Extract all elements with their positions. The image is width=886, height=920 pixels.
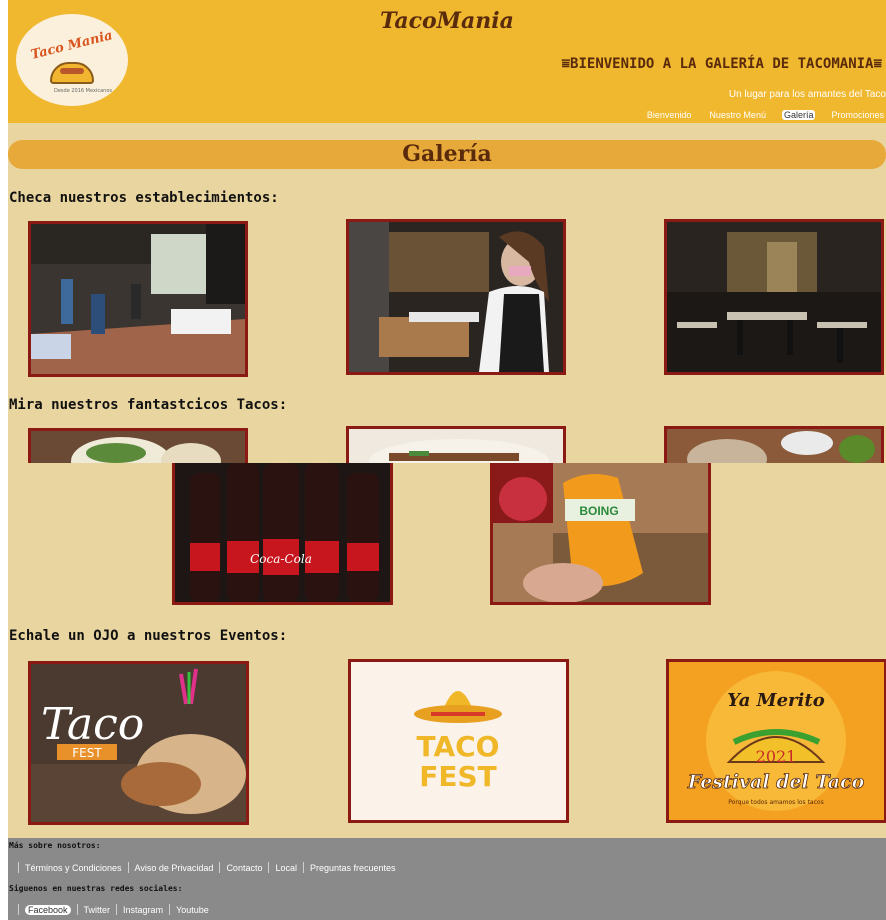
footer-social-links: Facebook Twitter Instagram Youtube [12, 904, 209, 915]
divider [18, 862, 19, 873]
photo-restaurant-interior[interactable] [28, 221, 248, 377]
photo-taco-2[interactable] [346, 426, 566, 463]
taco-fest-big-text: Taco [41, 699, 144, 750]
footer-about-links: Términos y Condiciones Aviso de Privacid… [12, 862, 396, 873]
taco-icon [50, 62, 94, 84]
page-bottom: Coca-Cola BOING Echale un OJO a nuestros… [8, 463, 886, 920]
festival-top-text: Ya Merito [727, 690, 824, 711]
gallery-title: Galería [8, 140, 886, 169]
footer-link-facebook[interactable]: Facebook [25, 904, 71, 915]
divider [302, 862, 304, 873]
festival-name: Festival del Taco [687, 771, 865, 793]
tagline: Un lugar para los amantes del Taco [728, 89, 886, 100]
photo-boing[interactable]: BOING [490, 463, 711, 605]
footer-social-label: Siguenos en nuestras redes sociales: [9, 884, 183, 893]
footer-link-twitter[interactable]: Twitter [84, 905, 111, 915]
restaurant-interior-image [31, 224, 245, 374]
nav-item-bienvenido[interactable]: Bienvenido [645, 110, 694, 120]
event-taco-fest-photo[interactable]: Taco FEST [28, 661, 249, 825]
site-footer: Más sobre nosotros: Términos y Condicion… [8, 838, 886, 920]
coca-cola-image: Coca-Cola [175, 463, 390, 602]
divider [18, 904, 19, 915]
photo-waitress[interactable] [346, 219, 566, 375]
footer-link-faq[interactable]: Preguntas frecuentes [310, 863, 396, 873]
footer-link-youtube[interactable]: Youtube [176, 905, 209, 915]
waitress-image [349, 222, 563, 372]
events-heading: Echale un OJO a nuestros Eventos: [9, 628, 288, 644]
tacos-heading: Mira nuestros fantastcicos Tacos: [9, 397, 288, 413]
taco-fest-logo-image: TACO FEST [351, 662, 566, 820]
divider [169, 904, 171, 915]
boing-image: BOING [493, 463, 708, 602]
main-nav: Bienvenido Nuestro Menú Galería Promocio… [645, 110, 886, 120]
divider [76, 904, 78, 915]
photo-coca-cola[interactable]: Coca-Cola [172, 463, 393, 605]
divider [268, 862, 270, 873]
taco-fest-photo-image: Taco FEST [31, 664, 246, 822]
festival-year: 2021 [756, 747, 797, 766]
nav-item-promociones[interactable]: Promociones [829, 110, 886, 120]
event-festival-del-taco[interactable]: Ya Merito 2021 Festival del Taco Porque … [666, 659, 886, 823]
divider [116, 904, 118, 915]
footer-link-privacidad[interactable]: Aviso de Privacidad [135, 863, 214, 873]
nav-item-galeria[interactable]: Galería [781, 110, 816, 120]
footer-about-label: Más sobre nosotros: [9, 841, 101, 850]
photo-taco-3[interactable] [664, 426, 884, 463]
footer-link-contacto[interactable]: Contacto [226, 863, 262, 873]
festival-del-taco-image: Ya Merito 2021 Festival del Taco Porque … [669, 662, 884, 820]
festival-slogan: Porque todos amamos los tacos [728, 799, 823, 806]
divider [219, 862, 221, 873]
boing-label: BOING [579, 504, 618, 518]
taco-1-image [31, 431, 245, 463]
establishments-heading: Checa nuestros establecimientos: [9, 190, 279, 206]
dining-room-image [667, 222, 881, 372]
footer-link-local[interactable]: Local [275, 863, 297, 873]
taco-fest-line1: TACO [417, 730, 500, 763]
footer-link-terminos[interactable]: Términos y Condiciones [25, 863, 122, 873]
photo-taco-1[interactable] [28, 428, 248, 463]
event-taco-fest-logo[interactable]: TACO FEST [348, 659, 569, 823]
site-header: Taco Mania Desde 2016 Mexicanos TacoMani… [8, 0, 886, 123]
site-title: TacoMania [380, 8, 514, 34]
taco-3-image [667, 429, 881, 463]
taco-2-image [349, 429, 563, 463]
taco-fest-line2: FEST [419, 760, 497, 793]
cola-label: Coca-Cola [250, 552, 312, 566]
photo-dining-room[interactable] [664, 219, 884, 375]
footer-link-instagram[interactable]: Instagram [123, 905, 163, 915]
page-top: Taco Mania Desde 2016 Mexicanos TacoMani… [8, 0, 886, 463]
welcome-heading: ⩸BIENVENIDO A LA GALERÍA DE TACOMANIA⩸ [561, 56, 882, 72]
divider [127, 862, 129, 873]
taco-fest-small-text: FEST [72, 746, 102, 760]
nav-item-menu[interactable]: Nuestro Menú [707, 110, 768, 120]
logo-subtext: Desde 2016 Mexicanos [54, 88, 112, 94]
